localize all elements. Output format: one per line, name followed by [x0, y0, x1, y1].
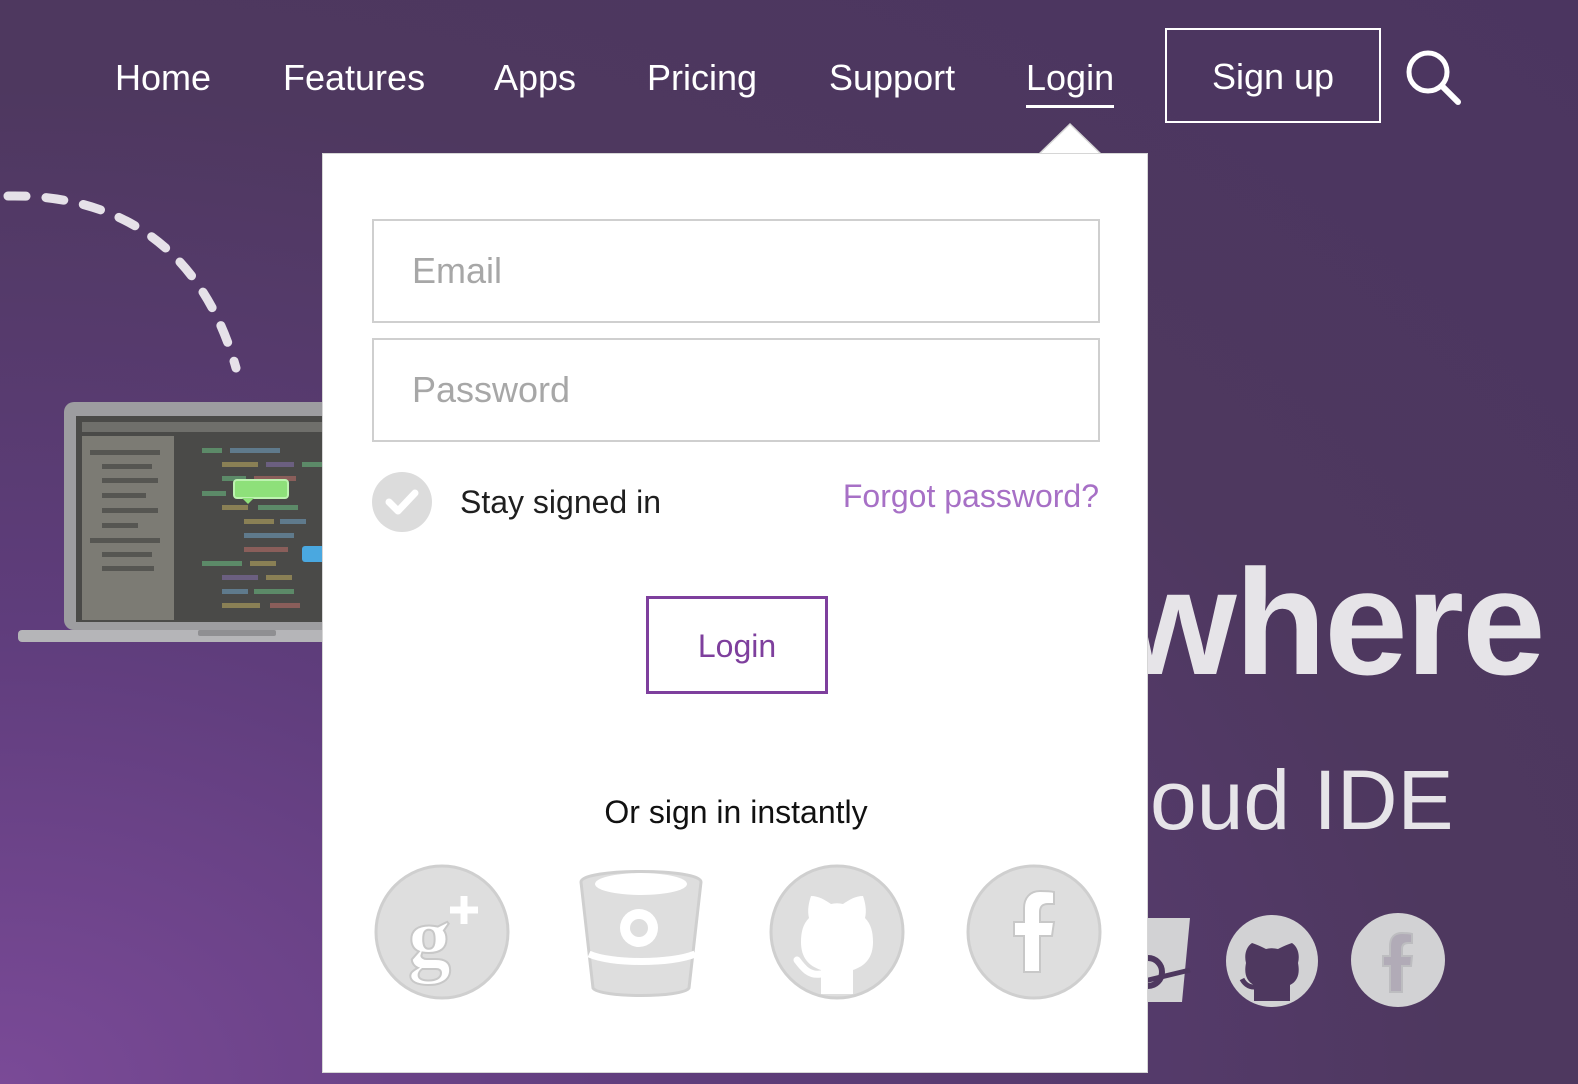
facebook-icon[interactable]	[964, 862, 1104, 1002]
facebook-icon	[1351, 913, 1445, 1007]
nav-item-home[interactable]: Home	[115, 54, 211, 102]
decorative-dashed-arc	[3, 191, 241, 373]
svg-text:g: g	[408, 889, 451, 985]
stay-signed-in-label: Stay signed in	[460, 484, 662, 520]
dropdown-caret	[1038, 122, 1102, 156]
bitbucket-icon[interactable]	[571, 862, 711, 1002]
hero-title: where	[1120, 538, 1546, 706]
google-plus-icon[interactable]: g	[372, 862, 512, 1002]
nav-item-features[interactable]: Features	[283, 54, 425, 102]
forgot-password-link[interactable]: Forgot password?	[843, 474, 1099, 518]
nav-item-pricing[interactable]: Pricing	[647, 54, 757, 102]
instant-signin-label: Or sign in instantly	[604, 794, 868, 830]
signup-button[interactable]: Sign up	[1165, 28, 1381, 123]
login-dropdown: Stay signed in Forgot password? Login Or…	[322, 153, 1148, 1073]
nav-item-apps[interactable]: Apps	[494, 54, 576, 102]
stay-signed-in-checkbox[interactable]	[372, 472, 432, 532]
nav-item-support[interactable]: Support	[829, 54, 955, 102]
bitbucket-icon	[1140, 918, 1191, 1002]
laptop-illustration	[18, 402, 328, 642]
login-button[interactable]: Login	[646, 596, 828, 694]
hero-subtitle: oud IDE	[1150, 753, 1454, 847]
checkmark-icon	[385, 489, 419, 515]
password-field[interactable]	[372, 338, 1100, 442]
nav-item-login[interactable]: Login	[1026, 54, 1115, 108]
github-icon[interactable]	[767, 862, 907, 1002]
search-icon[interactable]	[1404, 48, 1462, 106]
top-navigation: Home Features Apps Pricing Support Login…	[0, 0, 1578, 150]
email-field[interactable]	[372, 219, 1100, 323]
github-icon	[1226, 915, 1318, 1007]
